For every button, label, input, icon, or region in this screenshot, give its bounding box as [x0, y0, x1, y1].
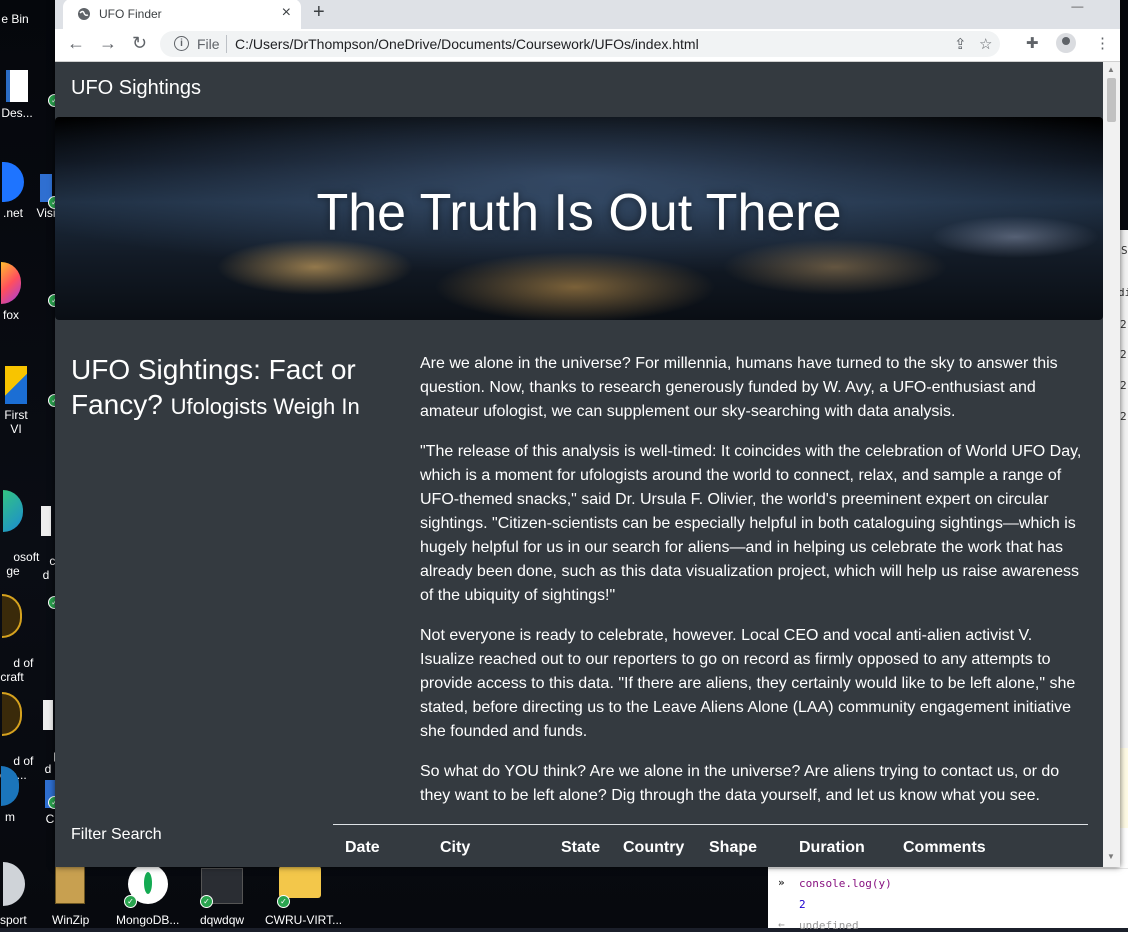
side-heading: UFO Sightings: Fact or Fancy? Ufologists…	[71, 352, 391, 424]
article-paragraph: So what do YOU think? Are we alone in th…	[420, 763, 1060, 804]
extensions-puzzle-icon[interactable]: ✚	[1026, 34, 1039, 52]
sync-check-icon: ✓	[277, 895, 290, 908]
shield-icon	[5, 366, 27, 404]
url-text[interactable]: C:/Users/DrThompson/OneDrive/Documents/C…	[235, 36, 699, 52]
desktop-shortcut-winzip-label: WinZip	[52, 913, 90, 927]
globe-icon	[78, 8, 90, 20]
article-body: Are we alone in the universe? For millen…	[420, 352, 1090, 824]
console-output-value: 2	[799, 898, 806, 911]
firefox-icon	[1, 262, 21, 304]
side-subheading: Ufologists Weigh In	[170, 394, 360, 419]
desktop-shortcut-firstvi[interactable]: First VI	[0, 366, 32, 436]
steam-icon	[1, 766, 19, 806]
recycle-bin-label[interactable]: e Bin	[0, 12, 30, 26]
scroll-down-arrow-icon[interactable]: ▼	[1107, 852, 1115, 861]
document-icon	[6, 70, 28, 102]
desktop-shortcut-firstvi-label: First VI	[4, 408, 28, 436]
desktop-shortcut-cwru-label: CWRU-VIRT...	[265, 913, 343, 927]
devtools-side-letter: S	[1121, 244, 1128, 257]
article-paragraph: "The release of this analysis is well-ti…	[420, 443, 1082, 604]
share-icon[interactable]: ⇪	[954, 35, 967, 53]
console-input-line: console.log(y)	[799, 877, 892, 890]
browser-toolbar: ← → ↻ i File C:/Users/DrThompson/OneDriv…	[55, 29, 1120, 62]
devtools-side-letter: 2	[1120, 318, 1127, 331]
menu-kebab-icon[interactable]: ⋮	[1095, 34, 1110, 52]
winzip-icon	[55, 866, 85, 904]
warcraft-icon	[2, 692, 22, 736]
page-scrollbar[interactable]: ▲ ▼	[1103, 62, 1120, 867]
dotnet-icon	[2, 162, 24, 202]
window-controls[interactable]: —	[1071, 0, 1110, 13]
navbar-brand[interactable]: UFO Sightings	[71, 77, 201, 100]
devtools-divider	[768, 868, 1128, 869]
filter-search-title: Filter Search	[71, 826, 162, 843]
profile-avatar-icon[interactable]	[1056, 33, 1076, 53]
tab-ufo-finder[interactable]: UFO Finder ×	[63, 0, 301, 29]
info-icon[interactable]: i	[174, 36, 189, 51]
desktop-shortcut-sport[interactable]	[0, 862, 28, 910]
bookmark-star-icon[interactable]: ☆	[979, 35, 992, 53]
new-tab-button[interactable]: +	[313, 1, 325, 24]
desktop-shortcut-steam-label: m	[5, 810, 15, 824]
hero-banner: The Truth Is Out There	[55, 117, 1103, 320]
table-header-duration: Duration	[799, 839, 865, 856]
address-bar[interactable]: i File C:/Users/DrThompson/OneDrive/Docu…	[160, 31, 1000, 57]
table-top-border	[333, 824, 1088, 825]
desktop-shortcut-mongodb-label: MongoDB...	[116, 913, 180, 927]
file-icon	[43, 700, 53, 730]
sync-check-icon: ✓	[124, 895, 137, 908]
table-header-country: Country	[623, 839, 685, 856]
desktop-shortcut-steam[interactable]: m	[0, 766, 20, 824]
warcraft-icon	[2, 594, 22, 638]
reload-button[interactable]: ↻	[132, 33, 147, 54]
page-viewport: UFO Sightings The Truth Is Out There UFO…	[55, 62, 1103, 867]
file-scheme-label: File	[197, 36, 220, 52]
desktop-shortcut-des-label: Des...	[1, 106, 33, 120]
devtools-side-panel	[1120, 230, 1128, 750]
devtools-side-letter: 2	[1120, 410, 1127, 423]
desktop-shortcut-c-label: C	[45, 812, 55, 826]
close-icon[interactable]: ×	[282, 4, 291, 22]
browser-window[interactable]: UFO Finder × + — ← → ↻ i File C:/Users/D…	[55, 0, 1120, 867]
desktop-shortcut-winzip[interactable]	[48, 866, 92, 908]
desktop-shortcut-firefox-label: fox	[2, 308, 19, 322]
console-return-icon: ←	[778, 918, 785, 931]
hero-title: The Truth Is Out There	[316, 184, 842, 242]
desktop-shortcut-calc[interactable]: calc d	[36, 478, 71, 596]
desktop-shortcut-p[interactable]: p d	[40, 672, 60, 790]
desktop-shortcut-net[interactable]: .net	[0, 162, 26, 220]
table-header-comments: Comments	[903, 839, 986, 856]
edge-icon	[3, 490, 23, 532]
folder-icon	[279, 866, 321, 898]
desktop-shortcut-des[interactable]: Des...	[0, 70, 34, 120]
url-separator	[226, 35, 227, 53]
scroll-up-arrow-icon[interactable]: ▲	[1107, 65, 1115, 74]
table-header-state: State	[561, 839, 601, 856]
forward-button[interactable]: →	[99, 33, 117, 54]
devtools-side-letter: 2	[1120, 348, 1127, 361]
table-header-date: Date	[345, 839, 380, 856]
article-paragraph: Are we alone in the universe? For millen…	[420, 355, 1058, 420]
console-prompt-icon: »	[778, 876, 785, 889]
tab-strip: UFO Finder × + —	[55, 0, 1120, 29]
table-header-shape: Shape	[709, 839, 758, 856]
back-button[interactable]: ←	[67, 33, 85, 54]
file-icon	[41, 506, 51, 536]
scroll-thumb[interactable]	[1107, 78, 1116, 122]
desktop-shortcut-net-label: .net	[2, 206, 23, 220]
desktop-shortcut-dqwdqw-label: dqwdqw	[200, 913, 245, 927]
devtools-side-letter: 2	[1120, 379, 1127, 392]
sync-check-icon: ✓	[200, 895, 213, 908]
desktop-shortcut-firefox[interactable]: fox	[0, 262, 22, 322]
table-header-city: City	[440, 839, 471, 856]
desktop-shortcut-sport-label: sport	[0, 913, 27, 927]
tab-title: UFO Finder	[99, 7, 162, 21]
article-paragraph: Not everyone is ready to celebrate, howe…	[420, 627, 1076, 740]
steam-icon	[3, 862, 25, 906]
console-undefined: undefined	[799, 919, 859, 932]
